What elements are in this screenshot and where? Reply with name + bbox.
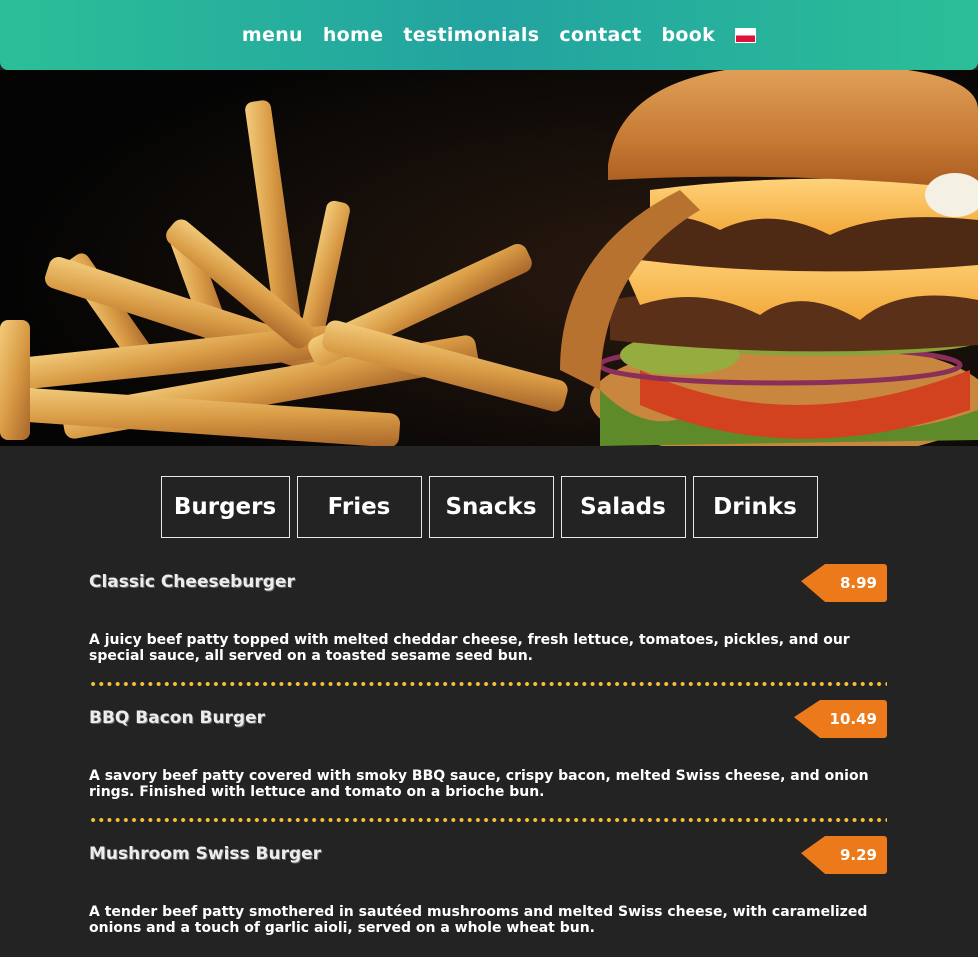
nav-link-contact[interactable]: contact bbox=[559, 24, 641, 46]
nav-link-menu[interactable]: menu bbox=[242, 24, 303, 46]
menu-item-name: BBQ Bacon Burger bbox=[89, 708, 266, 728]
category-tabs: Burgers Fries Snacks Salads Drinks bbox=[0, 476, 978, 538]
tab-burgers[interactable]: Burgers bbox=[160, 476, 290, 538]
nav-link-home[interactable]: home bbox=[323, 24, 383, 46]
dotted-divider bbox=[89, 818, 887, 822]
menu-item-name: Mushroom Swiss Burger bbox=[89, 844, 322, 864]
menu-item-header: Classic Cheeseburger 8.99 bbox=[89, 560, 887, 608]
hero-image bbox=[0, 70, 978, 446]
top-navbar: menu home testimonials contact book bbox=[0, 0, 978, 70]
list-item: BBQ Bacon Burger 10.49 A savory beef pat… bbox=[89, 696, 887, 822]
nav-link-testimonials[interactable]: testimonials bbox=[403, 24, 539, 46]
menu-list: Classic Cheeseburger 8.99 A juicy beef p… bbox=[89, 560, 887, 936]
tab-salads[interactable]: Salads bbox=[560, 476, 686, 538]
list-item: Classic Cheeseburger 8.99 A juicy beef p… bbox=[89, 560, 887, 686]
tab-drinks[interactable]: Drinks bbox=[692, 476, 818, 538]
price-tag: 9.29 bbox=[801, 836, 887, 874]
burger-group bbox=[560, 70, 978, 446]
tab-fries[interactable]: Fries bbox=[296, 476, 422, 538]
poland-flag-icon[interactable] bbox=[735, 27, 757, 43]
dotted-divider bbox=[89, 682, 887, 686]
menu-item-header: Mushroom Swiss Burger 9.29 bbox=[89, 832, 887, 880]
menu-item-header: BBQ Bacon Burger 10.49 bbox=[89, 696, 887, 744]
price-tag: 8.99 bbox=[801, 564, 887, 602]
nav-link-book[interactable]: book bbox=[662, 24, 716, 46]
menu-item-name: Classic Cheeseburger bbox=[89, 572, 295, 592]
menu-item-description: A tender beef patty smothered in sautéed… bbox=[89, 904, 868, 936]
tab-snacks[interactable]: Snacks bbox=[428, 476, 554, 538]
menu-item-description: A savory beef patty covered with smoky B… bbox=[89, 768, 869, 800]
price-tag: 10.49 bbox=[794, 700, 887, 738]
menu-item-description: A juicy beef patty topped with melted ch… bbox=[89, 632, 850, 664]
list-item: Mushroom Swiss Burger 9.29 A tender beef… bbox=[89, 832, 887, 936]
burger-fries-illustration bbox=[0, 70, 978, 446]
